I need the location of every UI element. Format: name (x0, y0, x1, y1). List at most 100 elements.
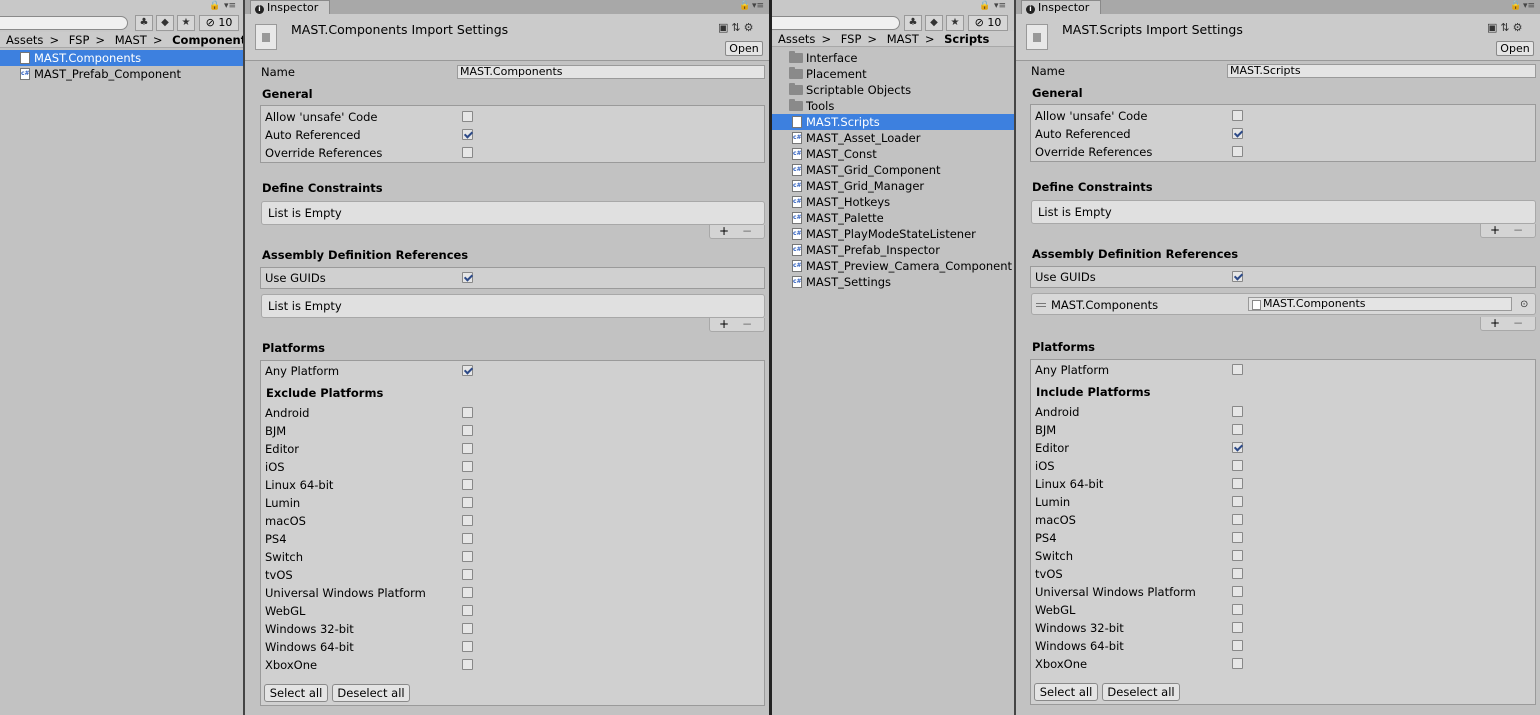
preset-icon[interactable]: ⇅ (1500, 21, 1509, 34)
tab-inspector[interactable]: i Inspector (250, 0, 330, 14)
checkbox[interactable] (462, 497, 473, 508)
remove-item-icon[interactable]: − (1513, 316, 1523, 330)
tab-inspector[interactable]: i Inspector (1021, 0, 1101, 14)
any-platform-checkbox[interactable] (462, 365, 473, 376)
list-item[interactable]: Scriptable Objects (772, 82, 1014, 98)
filter-by-type-icon[interactable]: ♣ (904, 15, 922, 31)
panel-menu-icon[interactable]: ▾≡ (752, 1, 764, 11)
panel-menu-icon[interactable]: ▾≡ (994, 1, 1006, 11)
list-item[interactable]: Tools (772, 98, 1014, 114)
breadcrumb-item[interactable]: MAST (887, 32, 919, 46)
breadcrumb-item[interactable]: MAST (115, 33, 147, 47)
panel-menu-icon[interactable]: ▾≡ (1523, 1, 1535, 11)
drag-handle-icon[interactable] (1036, 303, 1046, 307)
deselect-all-button[interactable]: Deselect all (332, 684, 410, 702)
any-platform-checkbox[interactable] (1232, 364, 1243, 375)
preset-icon[interactable]: ⇅ (731, 21, 740, 34)
checkbox[interactable] (462, 407, 473, 418)
add-item-icon[interactable]: + (719, 224, 729, 238)
checkbox[interactable] (1232, 586, 1243, 597)
checkbox[interactable] (462, 147, 473, 158)
list-item[interactable]: c# MAST_Asset_Loader (772, 130, 1014, 146)
checkbox[interactable] (462, 605, 473, 616)
checkbox[interactable] (1232, 604, 1243, 615)
checkbox[interactable] (1232, 640, 1243, 651)
checkbox[interactable] (462, 587, 473, 598)
list-item[interactable]: Interface (772, 50, 1014, 66)
checkbox[interactable] (1232, 532, 1243, 543)
object-picker-icon[interactable]: ⊙ (1520, 299, 1528, 310)
checkbox[interactable] (462, 659, 473, 670)
checkbox[interactable] (462, 461, 473, 472)
name-field[interactable]: MAST.Components (457, 65, 765, 79)
list-item[interactable]: Placement (772, 66, 1014, 82)
filter-by-label-icon[interactable]: ◆ (925, 15, 943, 31)
checkbox[interactable] (462, 569, 473, 580)
list-item[interactable]: c# MAST_Hotkeys (772, 194, 1014, 210)
checkbox[interactable] (1232, 442, 1243, 453)
checkbox[interactable] (462, 425, 473, 436)
breadcrumb-item[interactable]: Assets (6, 33, 43, 47)
list-item[interactable]: c# MAST_Const (772, 146, 1014, 162)
panel-menu-icon[interactable]: ▾≡ (224, 1, 236, 11)
list-item[interactable]: c# MAST_Prefab_Component (0, 66, 243, 82)
checkbox[interactable] (1232, 568, 1243, 579)
list-item[interactable]: c# MAST_PlayModeStateListener (772, 226, 1014, 242)
breadcrumb-current[interactable]: Component (172, 33, 243, 47)
checkbox[interactable] (1232, 496, 1243, 507)
favorite-star-icon[interactable]: ★ (946, 15, 964, 31)
list-item[interactable]: c# MAST_Preview_Camera_Component (772, 258, 1014, 274)
search-input[interactable] (0, 16, 128, 30)
checkbox[interactable] (1232, 658, 1243, 669)
checkbox[interactable] (1232, 110, 1243, 121)
checkbox[interactable] (1232, 550, 1243, 561)
checkbox[interactable] (462, 533, 473, 544)
lock-icon[interactable]: 🔒 (739, 1, 750, 11)
list-item[interactable]: MAST.Components (0, 50, 243, 66)
help-book-icon[interactable]: ▣ (718, 21, 728, 34)
remove-item-icon[interactable]: − (742, 224, 752, 238)
use-guids-checkbox[interactable] (1232, 271, 1243, 282)
open-button[interactable]: Open (1496, 41, 1534, 56)
assembly-reference-field[interactable]: MAST.Components (1248, 297, 1512, 311)
deselect-all-button[interactable]: Deselect all (1102, 683, 1180, 701)
hidden-packages-toggle[interactable]: ⊘ 10 (968, 15, 1008, 31)
checkbox[interactable] (462, 641, 473, 652)
list-item[interactable]: MAST.Scripts (772, 114, 1014, 130)
gear-icon[interactable]: ⚙ (1513, 21, 1523, 34)
filter-by-type-icon[interactable]: ♣ (135, 15, 153, 31)
help-book-icon[interactable]: ▣ (1487, 21, 1497, 34)
assembly-reference-row[interactable]: MAST.Components MAST.Components ⊙ (1031, 293, 1536, 315)
checkbox[interactable] (462, 515, 473, 526)
checkbox[interactable] (1232, 460, 1243, 471)
checkbox[interactable] (462, 111, 473, 122)
add-item-icon[interactable]: + (719, 317, 729, 331)
checkbox[interactable] (462, 443, 473, 454)
lock-icon[interactable]: 🔒 (1510, 1, 1521, 11)
gear-icon[interactable]: ⚙ (744, 21, 754, 34)
breadcrumb-current[interactable]: Scripts (944, 32, 989, 46)
lock-icon[interactable]: 🔒 (979, 1, 990, 11)
checkbox[interactable] (462, 479, 473, 490)
list-item[interactable]: c# MAST_Prefab_Inspector (772, 242, 1014, 258)
checkbox[interactable] (1232, 424, 1243, 435)
remove-item-icon[interactable]: − (1513, 223, 1523, 237)
add-item-icon[interactable]: + (1490, 223, 1500, 237)
checkbox[interactable] (1232, 478, 1243, 489)
favorite-star-icon[interactable]: ★ (177, 15, 195, 31)
list-item[interactable]: c# MAST_Palette (772, 210, 1014, 226)
breadcrumb-item[interactable]: FSP (69, 33, 90, 47)
list-item[interactable]: c# MAST_Grid_Manager (772, 178, 1014, 194)
checkbox[interactable] (1232, 128, 1243, 139)
hidden-packages-toggle[interactable]: ⊘ 10 (199, 15, 239, 31)
checkbox[interactable] (1232, 146, 1243, 157)
name-field[interactable]: MAST.Scripts (1227, 64, 1536, 78)
checkbox[interactable] (462, 623, 473, 634)
use-guids-checkbox[interactable] (462, 272, 473, 283)
list-item[interactable]: c# MAST_Settings (772, 274, 1014, 290)
checkbox[interactable] (1232, 622, 1243, 633)
lock-icon[interactable]: 🔒 (209, 1, 220, 11)
select-all-button[interactable]: Select all (264, 684, 328, 702)
checkbox[interactable] (462, 551, 473, 562)
checkbox[interactable] (462, 129, 473, 140)
